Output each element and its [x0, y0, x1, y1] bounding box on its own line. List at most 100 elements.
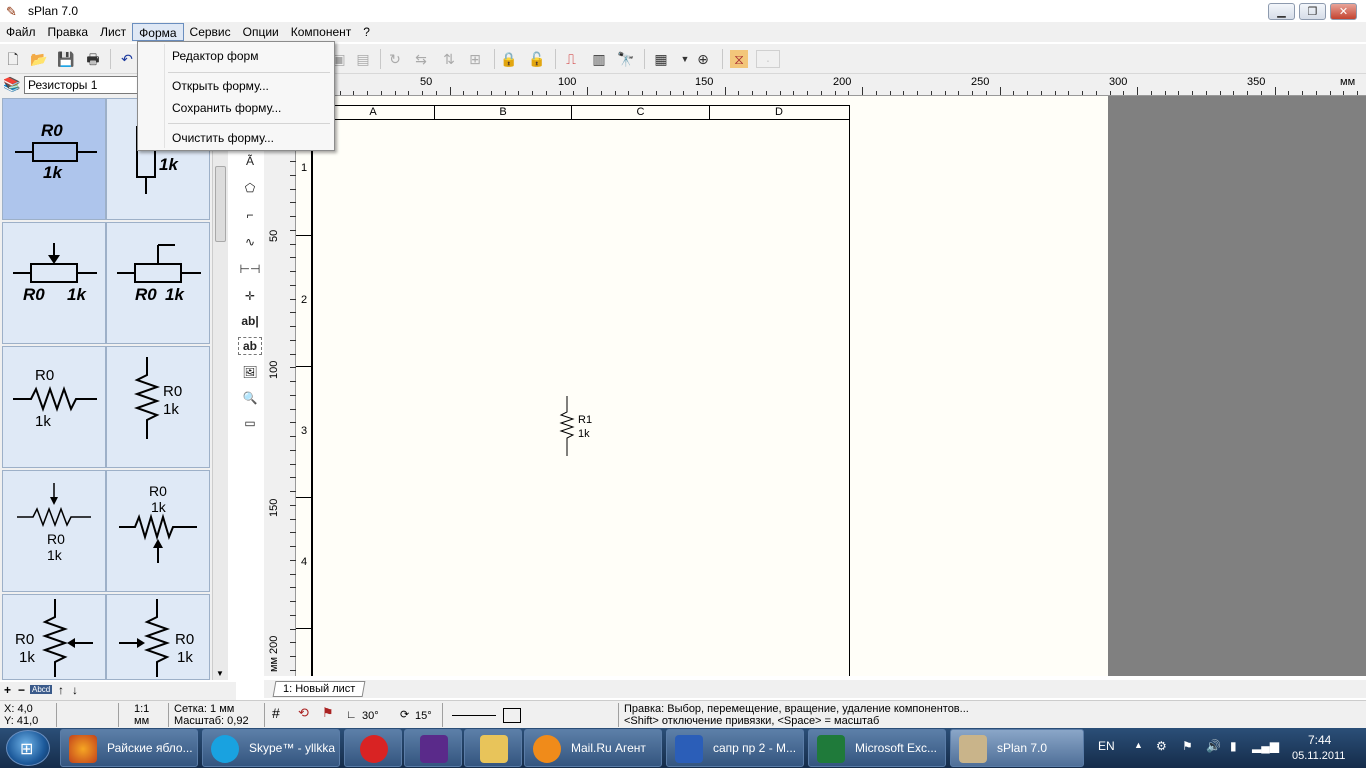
palette-item[interactable]: R0 1k — [2, 346, 106, 468]
angle-2[interactable]: 15° — [415, 710, 432, 722]
bezier-tool-icon[interactable]: A͂ — [238, 150, 262, 172]
scroll-down-icon[interactable]: ▼ — [216, 669, 224, 678]
palette-item[interactable]: R0 1k — [106, 470, 210, 592]
ungroup-icon[interactable]: ▤ — [354, 50, 372, 68]
tray-app-icon[interactable]: ⚙ — [1156, 739, 1167, 753]
mirror-h-icon[interactable]: ⇆ — [412, 50, 430, 68]
menu-item-open-form[interactable]: Открыть форму... — [172, 79, 269, 93]
align-icon[interactable]: ⊞ — [466, 50, 484, 68]
zoom-tool-icon[interactable]: 🔍 — [238, 387, 262, 409]
menu-help[interactable]: ? — [357, 23, 376, 41]
mirror-v-icon[interactable]: ⇅ — [440, 50, 458, 68]
lock-icon[interactable]: 🔒 — [500, 50, 518, 68]
layer-icon[interactable]: ⧖ — [730, 50, 748, 68]
zoom-fit-icon[interactable]: ⊕ — [694, 50, 712, 68]
menu-item-form-editor[interactable]: Редактор форм — [172, 49, 258, 63]
curve-tool-icon[interactable]: ∿ — [238, 231, 262, 253]
menu-item-save-form[interactable]: Сохранить форму... — [172, 101, 281, 115]
search-icon[interactable]: 🔭 — [617, 50, 635, 68]
junction-tool-icon[interactable]: ✛ — [238, 285, 262, 307]
tray-flag-icon[interactable]: ⚑ — [1182, 739, 1193, 753]
polyline-tool-icon[interactable]: ⌐ — [238, 204, 262, 226]
polygon-tool-icon[interactable]: ⬠ — [238, 177, 262, 199]
clock-time[interactable]: 7:44 — [1308, 733, 1331, 747]
menu-edit[interactable]: Правка — [42, 23, 95, 41]
line-style-icon[interactable] — [452, 715, 496, 716]
empty-slot-icon[interactable]: · — [756, 50, 780, 68]
menu-file[interactable]: Файл — [0, 23, 42, 41]
menu-item-clear-form[interactable]: Очистить форму... — [172, 131, 274, 145]
close-button[interactable]: ✕ — [1330, 3, 1357, 20]
language-indicator[interactable]: EN — [1098, 739, 1115, 753]
minimize-button[interactable]: ▁ — [1268, 3, 1295, 20]
add-button[interactable]: + — [4, 683, 11, 697]
dimension-tool-icon[interactable]: ⊢⊣ — [238, 258, 262, 280]
move-up-button[interactable]: ↑ — [58, 683, 64, 697]
rotate-icon[interactable]: ↻ — [386, 50, 404, 68]
task-firefox[interactable]: Райские ябло... — [60, 729, 198, 767]
print-icon[interactable]: 🖶 — [84, 50, 102, 68]
ruler-tick — [463, 91, 464, 95]
network-icon[interactable]: ▂▄▆ — [1252, 739, 1279, 753]
task-app-1[interactable] — [344, 729, 402, 767]
ruler-tick — [1110, 91, 1111, 95]
palette-item[interactable]: R0 1k — [106, 222, 210, 344]
remove-button[interactable]: − — [18, 683, 25, 697]
menu-sheet[interactable]: Лист — [94, 23, 132, 41]
volume-icon[interactable]: 🔊 — [1206, 739, 1221, 753]
menu-form[interactable]: Форма — [132, 23, 184, 41]
ruler-tool-icon[interactable]: ▭ — [238, 412, 262, 434]
menu-service[interactable]: Сервис — [184, 23, 237, 41]
angle-icon: ∟ — [346, 709, 357, 721]
flag-icon[interactable]: ⚑ — [322, 706, 334, 719]
menu-options[interactable]: Опции — [237, 23, 285, 41]
menu-component[interactable]: Компонент — [285, 23, 358, 41]
move-down-button[interactable]: ↓ — [72, 683, 78, 697]
task-skype[interactable]: Skype™ - yllkka — [202, 729, 340, 767]
sheet-column: B — [435, 105, 572, 120]
ruler-tick — [1013, 91, 1014, 95]
task-word[interactable]: сапр пр 2 - M... — [666, 729, 804, 767]
rename-button[interactable]: Abcd — [30, 685, 53, 694]
task-mailru[interactable]: Mail.Ru Агент — [524, 729, 662, 767]
tray-expand-icon[interactable]: ▲ — [1134, 740, 1143, 750]
maximize-button[interactable]: ❐ — [1299, 3, 1326, 20]
start-button[interactable]: ⊞ — [6, 730, 50, 766]
clock-date[interactable]: 05.11.2011 — [1292, 750, 1345, 762]
palette-item[interactable]: R0 1k — [106, 346, 210, 468]
grid-size[interactable]: Сетка: 1 мм — [174, 703, 234, 715]
chevron-down-icon[interactable]: ▼ — [676, 50, 694, 68]
task-splan[interactable]: sPlan 7.0 — [950, 729, 1084, 767]
palette-item[interactable]: R0 1k — [2, 222, 106, 344]
component-icon[interactable]: ⎍ — [562, 50, 580, 68]
snap-icon[interactable]: ⟲ — [298, 706, 309, 719]
textbox-tool-icon[interactable]: ab — [238, 337, 262, 355]
open-file-icon[interactable]: 📂 — [30, 50, 48, 68]
save-icon[interactable]: 💾 — [57, 50, 75, 68]
undo-icon[interactable]: ↶ — [118, 50, 136, 68]
new-file-icon[interactable]: 🗋 — [4, 50, 22, 68]
task-excel[interactable]: Microsoft Exc... — [808, 729, 946, 767]
palette-item[interactable]: R0 1k — [2, 470, 106, 592]
grid-toggle-icon[interactable]: # — [272, 706, 280, 720]
tab-label: 1: Новый лист — [283, 683, 356, 695]
scrollbar-thumb[interactable] — [215, 166, 226, 242]
task-app-2[interactable] — [404, 729, 462, 767]
list-icon[interactable]: ▥ — [590, 50, 608, 68]
unlock-icon[interactable]: 🔓 — [528, 50, 546, 68]
library-select[interactable]: Резисторы 1 — [24, 76, 140, 94]
palette-item[interactable]: R0 1k — [106, 594, 210, 680]
tab-sheet-1[interactable]: 1: Новый лист — [272, 681, 366, 697]
palette-item[interactable]: R0 1k — [2, 594, 106, 680]
image-tool-icon[interactable]: 🖼 — [238, 361, 262, 383]
palette-scrollbar[interactable]: ▼ — [212, 96, 228, 680]
zoom-level[interactable]: Масштаб: 0,92 — [174, 715, 249, 727]
angle-1[interactable]: 30° — [362, 710, 379, 722]
resistor-component[interactable]: R1 1k — [556, 396, 606, 456]
power-icon[interactable]: ▮ — [1230, 739, 1237, 753]
grid-icon[interactable]: ▦ — [652, 50, 670, 68]
text-tool-icon[interactable]: ab| — [238, 310, 262, 332]
task-explorer[interactable] — [464, 729, 522, 767]
palette-item[interactable]: R0 1k — [2, 98, 106, 220]
fill-style-icon[interactable] — [503, 708, 521, 723]
